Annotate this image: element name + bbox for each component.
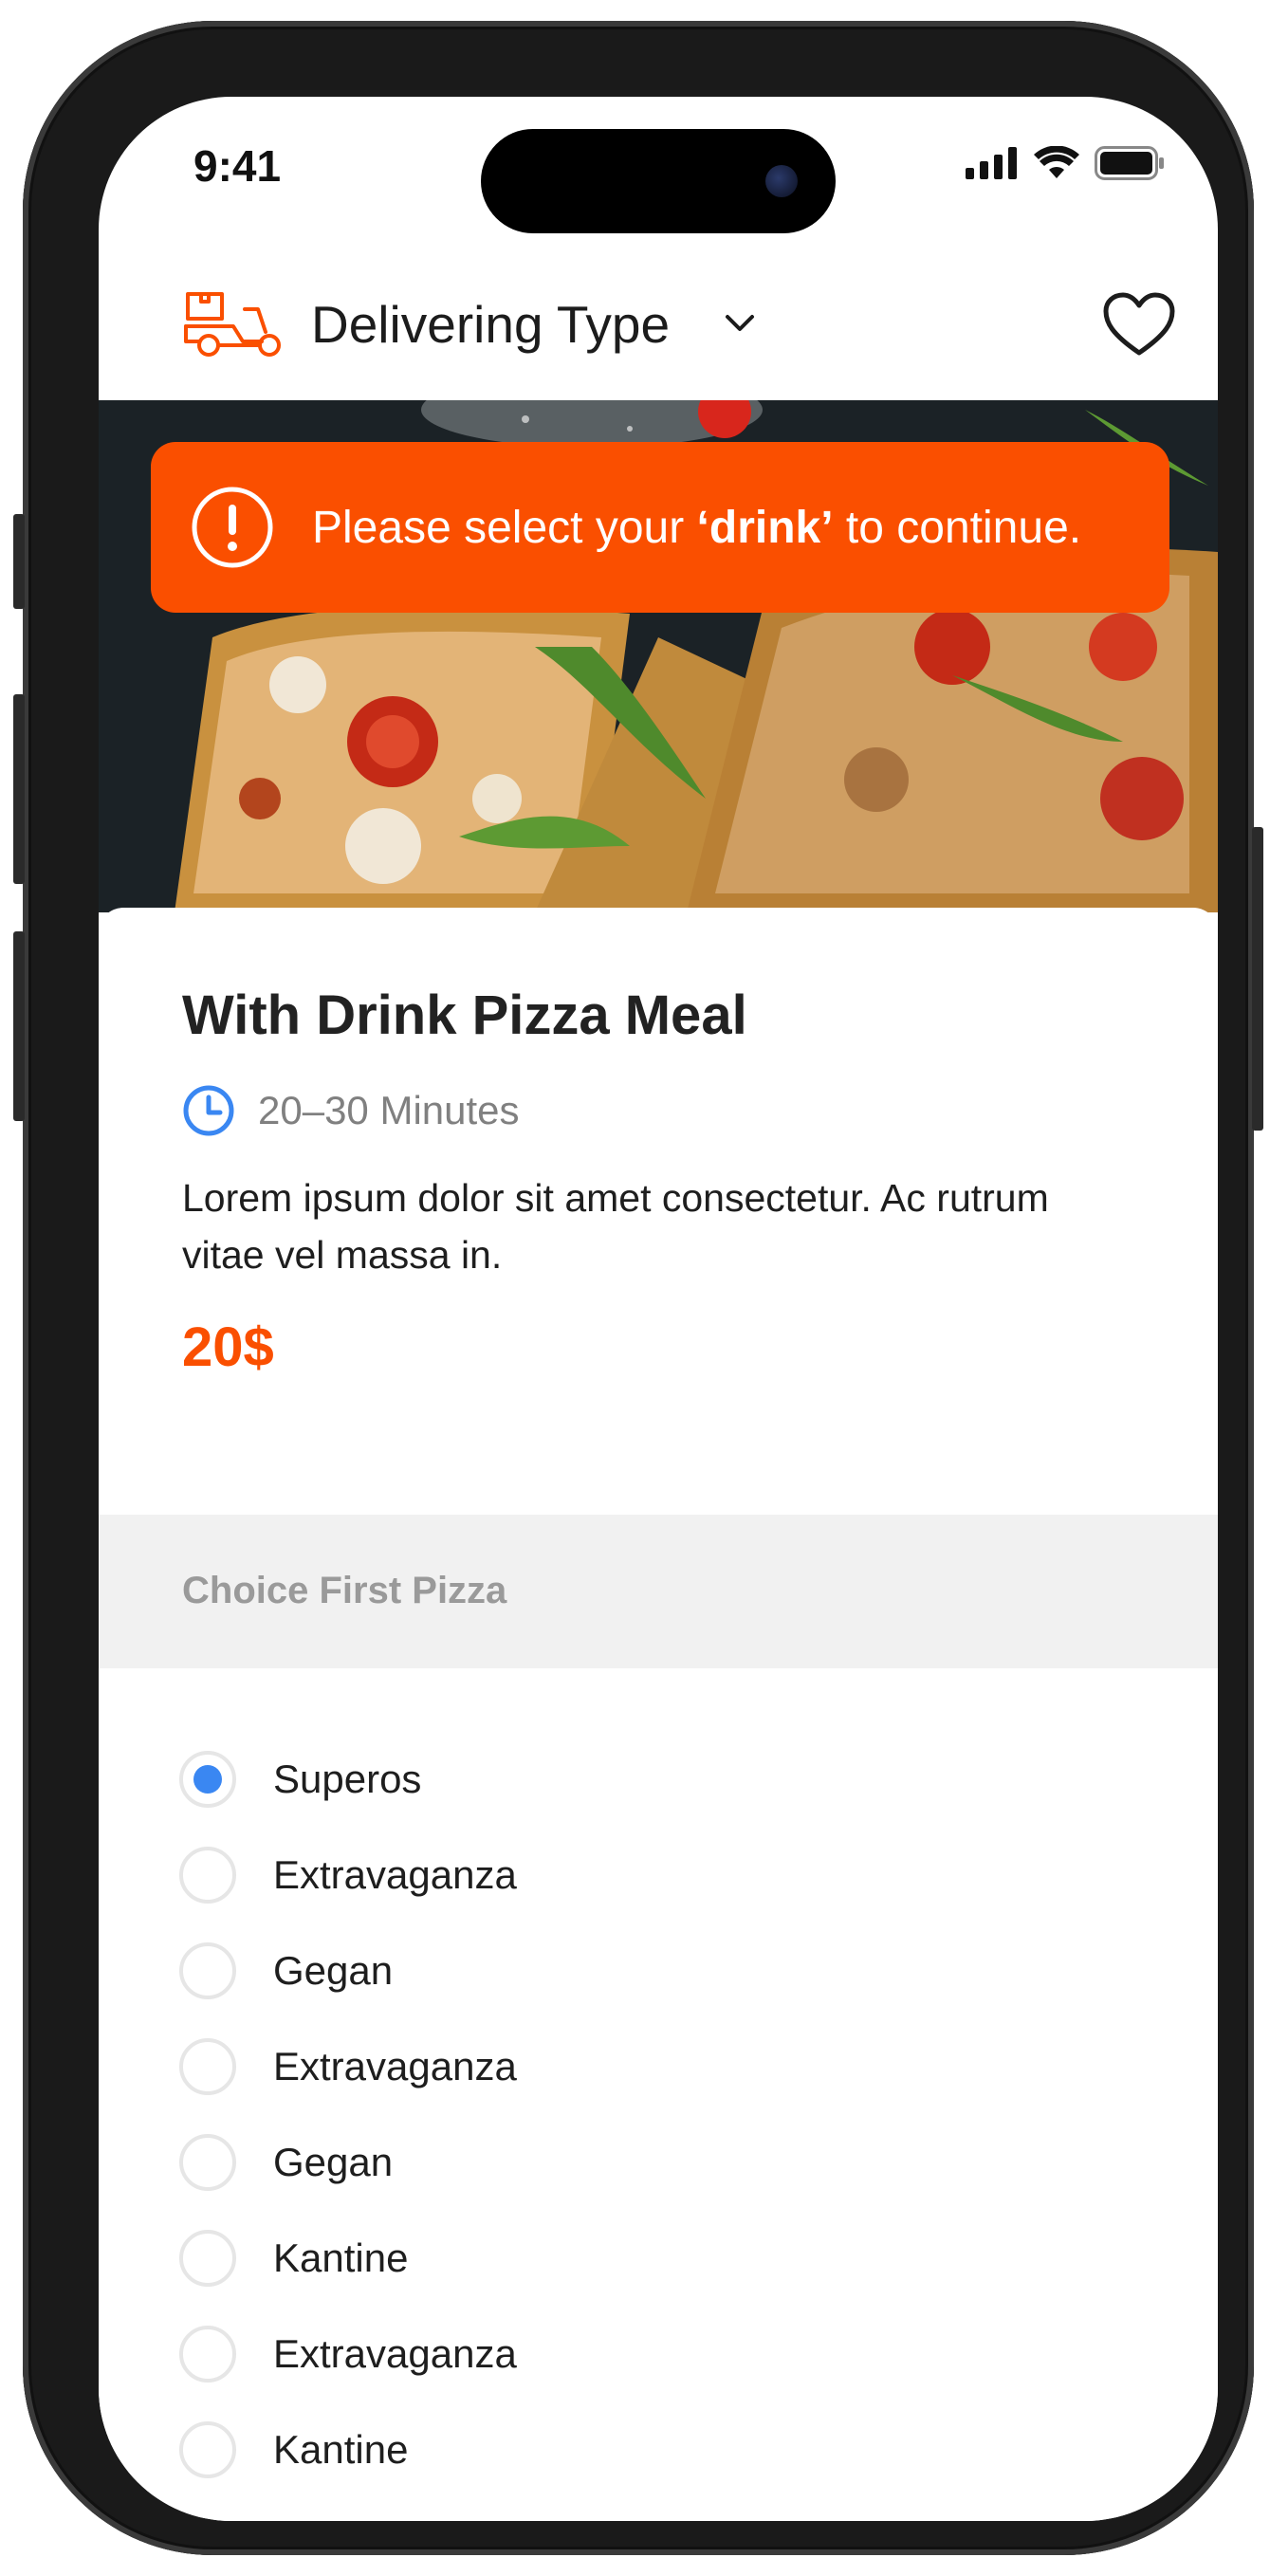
option-label: Superos: [273, 1756, 422, 1801]
delivery-time-text: 20–30 Minutes: [258, 1088, 520, 1132]
alert-text-bold: ‘drink’: [696, 502, 834, 553]
volume-down-button: [13, 931, 25, 1121]
validation-alert: Please select your ‘drink’ to continue.: [151, 442, 1169, 613]
product-details-card: With Drink Pizza Meal 20–30 Minutes Lore…: [99, 908, 1218, 2521]
option-label: Gegan: [273, 2139, 394, 2184]
cellular-signal-icon: [966, 147, 1017, 179]
chevron-down-icon[interactable]: [725, 313, 755, 334]
radio-button[interactable]: [179, 2325, 236, 2383]
header-bar: Delivering Type: [99, 258, 1218, 400]
favorite-heart-icon[interactable]: [1102, 292, 1176, 359]
delivery-scooter-icon: [184, 292, 281, 357]
option-label: Kantine: [273, 2235, 409, 2280]
option-label: Extravaganza: [273, 2043, 517, 2088]
radio-button[interactable]: [179, 1750, 236, 1808]
dynamic-island: [481, 129, 836, 233]
radio-button[interactable]: [179, 2037, 236, 2095]
mute-switch: [13, 514, 25, 609]
pizza-options-list: Superos Extravaganza Gegan Extravaganza …: [99, 1731, 1218, 2497]
status-icons: [966, 146, 1165, 180]
delivery-type-label[interactable]: Delivering Type: [311, 294, 670, 355]
radio-button[interactable]: [179, 1846, 236, 1904]
battery-icon: [1095, 146, 1164, 180]
alert-text-start: Please select your: [312, 502, 697, 553]
option-row[interactable]: Gegan: [99, 2114, 1218, 2210]
front-camera-icon: [765, 165, 798, 197]
alert-text-end: to continue.: [833, 502, 1082, 553]
power-button: [1252, 827, 1263, 1131]
option-row[interactable]: Extravaganza: [99, 2306, 1218, 2401]
warning-circle-icon: [192, 487, 273, 568]
option-label: Extravaganza: [273, 1851, 517, 1897]
radio-button[interactable]: [179, 2229, 236, 2287]
option-row[interactable]: Extravaganza: [99, 2018, 1218, 2114]
radio-button[interactable]: [179, 2420, 236, 2478]
clock-icon: [183, 1085, 234, 1136]
section-title: Choice First Pizza: [182, 1570, 507, 1611]
product-title: With Drink Pizza Meal: [182, 984, 747, 1046]
option-row[interactable]: Gegan: [99, 1923, 1218, 2018]
status-time: 9:41: [193, 141, 282, 191]
product-description: Lorem ipsum dolor sit amet consectetur. …: [182, 1176, 1049, 1277]
radio-button[interactable]: [179, 2133, 236, 2191]
radio-button[interactable]: [179, 1941, 236, 1999]
section-header: Choice First Pizza: [99, 1515, 1218, 1668]
screen: 9:41 Delivering Type Please select your …: [99, 97, 1218, 2521]
wifi-icon: [1034, 146, 1079, 178]
option-label: Kantine: [273, 2426, 409, 2472]
delivery-time-row: 20–30 Minutes: [182, 1084, 520, 1137]
product-price: 20$: [182, 1316, 274, 1378]
option-label: Gegan: [273, 1947, 394, 1993]
alert-message: Please select your ‘drink’ to continue.: [312, 502, 1081, 554]
option-label: Extravaganza: [273, 2330, 517, 2376]
volume-up-button: [13, 694, 25, 884]
option-row[interactable]: Superos: [99, 1731, 1218, 1827]
option-row[interactable]: Kantine: [99, 2210, 1218, 2306]
option-row[interactable]: Kantine: [99, 2401, 1218, 2497]
option-row[interactable]: Extravaganza: [99, 1827, 1218, 1923]
phone-frame: 9:41 Delivering Type Please select your …: [13, 21, 1263, 2555]
